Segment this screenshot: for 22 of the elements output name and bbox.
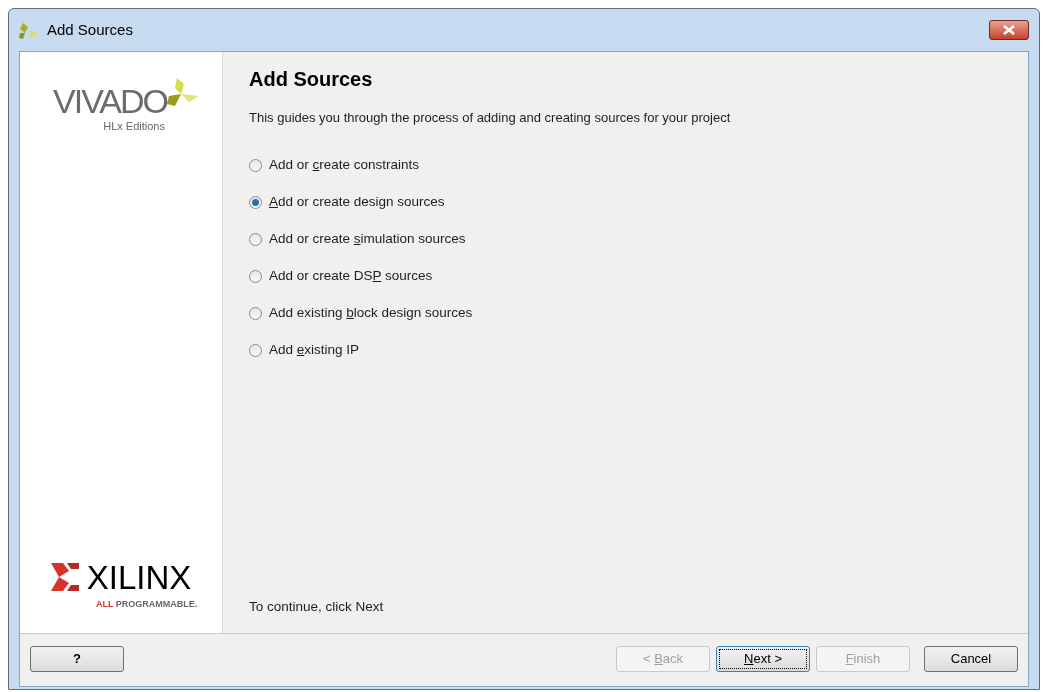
close-icon — [1003, 25, 1015, 35]
page-description: This guides you through the process of adding and creating sources for your project — [249, 109, 732, 127]
source-type-radio[interactable]: Add existing block design sources — [249, 303, 473, 324]
source-type-radio[interactable]: Add or create design sources — [249, 192, 445, 213]
help-button[interactable]: ? — [30, 646, 124, 672]
company-logo-icon — [50, 563, 79, 591]
source-type-radio[interactable]: Add existing IP — [249, 340, 360, 361]
tagline-highlight: ALL — [95, 598, 114, 609]
window-title: Add Sources — [47, 19, 133, 40]
source-type-radio[interactable]: Add or create constraints — [249, 155, 420, 176]
page-title: Add Sources — [249, 67, 374, 92]
wizard-button[interactable]: Next > — [716, 646, 810, 672]
product-edition-text: HLx Editions — [103, 119, 165, 134]
company-logo-text: XILINX — [86, 560, 192, 594]
source-type-radio[interactable]: Add or create simulation sources — [249, 229, 466, 250]
source-type-radio[interactable]: Add or create DSP sources — [249, 266, 433, 287]
product-logo-text: VIVADO — [53, 84, 167, 118]
cancel-button[interactable]: Cancel — [924, 646, 1018, 672]
close-button[interactable] — [989, 20, 1029, 40]
app-logo-icon — [19, 21, 39, 39]
continue-hint: To continue, click Next — [249, 597, 385, 616]
tagline-text: PROGRAMMABLE. — [115, 598, 198, 609]
